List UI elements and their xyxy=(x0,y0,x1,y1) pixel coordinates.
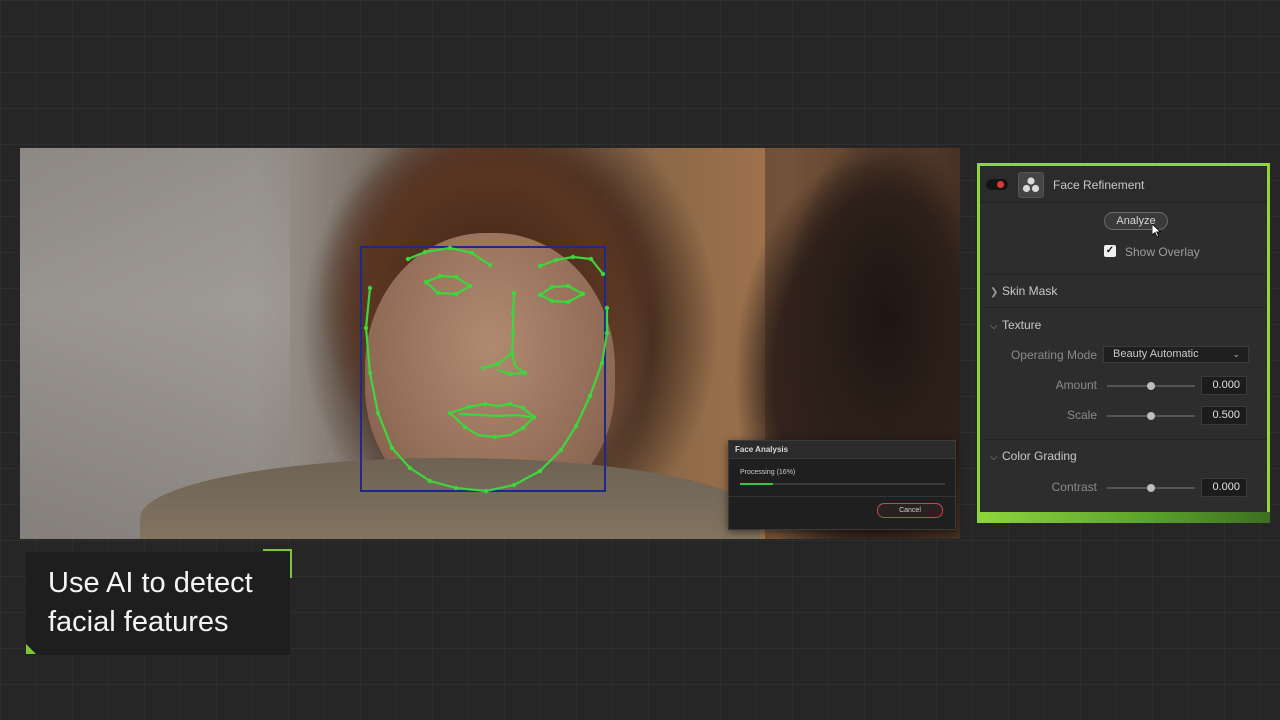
show-overlay-checkbox[interactable]: ✓ xyxy=(1104,245,1116,257)
nose-bridge-landmarks xyxy=(510,291,516,355)
jaw-landmarks xyxy=(364,286,609,493)
amount-slider-handle[interactable] xyxy=(1147,382,1155,390)
progress-bar-fill xyxy=(740,483,773,485)
section-texture[interactable]: ⌵ Texture xyxy=(990,318,1041,332)
section-label: Skin Mask xyxy=(1002,284,1058,298)
resolve-fx-icon xyxy=(1018,172,1044,198)
amount-label: Amount xyxy=(1055,378,1097,392)
section-divider xyxy=(984,439,1266,440)
contrast-label: Contrast xyxy=(1051,480,1097,494)
progress-bar xyxy=(740,483,945,485)
operating-mode-label: Operating Mode xyxy=(1010,348,1097,362)
chevron-down-icon: ⌵ xyxy=(990,321,998,332)
processing-status: Processing (16%) xyxy=(740,469,796,476)
left-eye-landmarks xyxy=(424,274,472,296)
face-analysis-dialog: Face Analysis Processing (16%) Cancel xyxy=(728,440,956,530)
amount-slider[interactable] xyxy=(1107,382,1195,390)
section-label: Texture xyxy=(1002,318,1042,332)
caption-box: Use AI to detect facial features xyxy=(26,552,290,655)
caption-corner-triangle xyxy=(26,644,36,654)
chevron-right-icon: ❯ xyxy=(990,287,999,298)
operating-mode-value: Beauty Automatic xyxy=(1113,348,1199,360)
operating-mode-dropdown[interactable]: Beauty Automatic ⌄ xyxy=(1103,346,1249,363)
dialog-divider xyxy=(729,496,955,497)
caption-text: Use AI to detect facial features xyxy=(48,564,288,642)
chevron-down-icon: ⌵ xyxy=(990,452,998,463)
effect-enable-toggle[interactable] xyxy=(986,179,1008,190)
section-color-grading[interactable]: ⌵ Color Grading xyxy=(990,449,1077,463)
caption-corner-accent xyxy=(263,549,292,578)
panel-accent-bar xyxy=(977,512,1270,523)
amount-value-field[interactable]: 0.000 xyxy=(1201,376,1247,395)
panel-title: Face Refinement xyxy=(1053,178,1145,192)
scale-slider[interactable] xyxy=(1107,412,1195,420)
inner-lip-landmarks xyxy=(458,412,532,419)
section-divider xyxy=(984,307,1266,308)
chevron-down-icon: ⌄ xyxy=(1232,349,1240,359)
panel-header: Face Refinement xyxy=(980,166,1267,203)
scale-value-field[interactable]: 0.500 xyxy=(1201,406,1247,425)
section-label: Color Grading xyxy=(1002,449,1077,463)
right-brow-landmarks xyxy=(538,255,605,276)
contrast-slider-handle[interactable] xyxy=(1147,484,1155,492)
caption-line-2: facial features xyxy=(48,606,229,638)
section-divider xyxy=(984,274,1266,275)
section-skin-mask[interactable]: ❯ Skin Mask xyxy=(990,284,1057,298)
caption-line-1: Use AI to detect xyxy=(48,567,253,599)
mouse-cursor-icon xyxy=(1152,224,1162,238)
dialog-title: Face Analysis xyxy=(729,441,955,459)
cancel-button[interactable]: Cancel xyxy=(877,503,943,518)
face-refinement-panel: Face Refinement Analyze ✓ Show Overlay ❯… xyxy=(977,163,1270,521)
scale-slider-handle[interactable] xyxy=(1147,412,1155,420)
nose-base-landmarks xyxy=(481,351,527,376)
scale-label: Scale xyxy=(1066,408,1097,422)
left-brow-landmarks xyxy=(406,246,492,267)
right-eye-landmarks xyxy=(538,284,585,304)
toggle-indicator-icon xyxy=(997,181,1004,188)
show-overlay-label: Show Overlay xyxy=(1125,245,1200,259)
contrast-value-field[interactable]: 0.000 xyxy=(1201,478,1247,497)
contrast-slider[interactable] xyxy=(1107,484,1195,492)
